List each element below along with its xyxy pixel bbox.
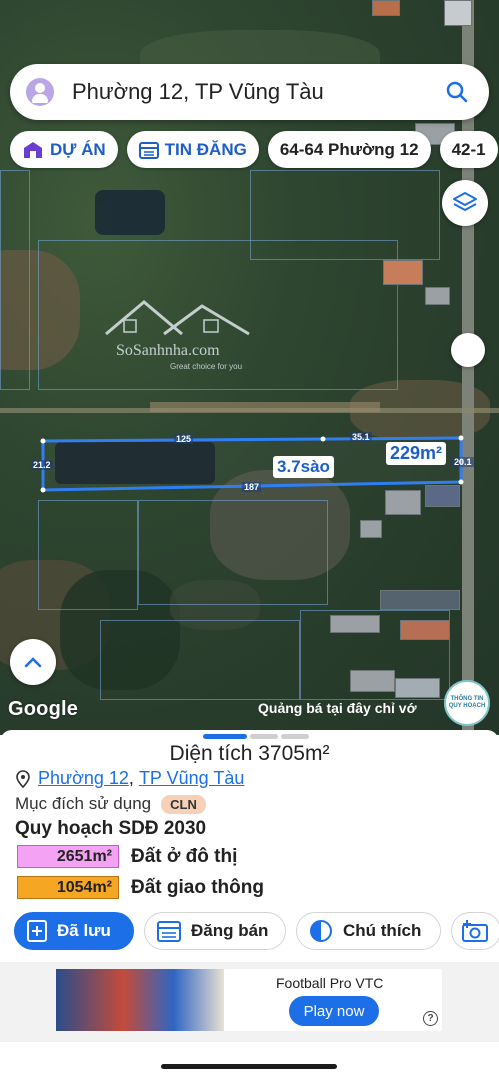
google-logo: Google — [8, 698, 79, 720]
add-photo-icon — [462, 920, 488, 942]
plan-item-area: 2651m² — [17, 845, 119, 868]
ad-image — [56, 969, 224, 1031]
watermark-tagline: Great choice for you — [170, 362, 243, 371]
plan-item-area: 1054m² — [17, 876, 119, 899]
parcel-area-sao: 3.7sào — [273, 456, 334, 478]
post-for-sale-button[interactable]: Đăng bán — [144, 912, 286, 950]
chip-parcel-64[interactable]: 64-64 Phường 12 — [267, 131, 431, 168]
layers-button[interactable] — [442, 180, 488, 226]
parcel-edge-label: 187 — [242, 482, 262, 492]
plan-item-name: Đất giao thông — [131, 876, 264, 898]
plan-title: Quy hoạch SDĐ 2030 — [15, 818, 207, 839]
ad-banner: Football Pro VTC Play now ? — [0, 962, 499, 1042]
chip-label: 42-1 — [451, 139, 486, 159]
legend-label: Chú thích — [343, 921, 422, 940]
contrast-icon — [310, 920, 332, 942]
land-use-badge: CLN — [161, 794, 206, 814]
parcel-edge-label: 20.1 — [452, 457, 474, 467]
ad-card[interactable]: Football Pro VTC Play now ? — [56, 969, 442, 1031]
filter-chips: DỰ ÁN TIN ĐĂNG 64-64 Phường 12 42-1 — [10, 131, 498, 168]
chip-label: TIN ĐĂNG — [164, 139, 247, 159]
parcel-edge-label: 125 — [174, 434, 194, 444]
ad-title: Football Pro VTC — [276, 975, 384, 991]
add-document-icon — [27, 920, 47, 942]
plan-item: 2651m² Đất ở đô thị — [17, 845, 237, 868]
parcel-edge-label: 35.1 — [350, 432, 372, 442]
parcel-area-m2: 229m² — [386, 442, 447, 465]
expand-up-button[interactable] — [10, 639, 56, 685]
saved-button[interactable]: Đã lưu — [14, 912, 134, 950]
search-icon[interactable] — [437, 72, 477, 112]
sheet-page-indicator — [203, 734, 309, 739]
ad-info-icon[interactable]: ? — [423, 1011, 438, 1026]
opacity-slider-handle[interactable] — [451, 333, 485, 367]
plan-item-name: Đất ở đô thị — [131, 845, 238, 867]
search-input[interactable]: Phường 12, TP Vũng Tàu — [72, 79, 437, 105]
parcel-edge-label: 21.2 — [31, 460, 53, 470]
building-icon — [24, 141, 42, 158]
location-pin-icon — [16, 769, 30, 788]
home-indicator — [161, 1064, 337, 1069]
parcel-info-sheet: Diện tích 3705m² Phường 12 , TP Vũng Tàu… — [0, 730, 499, 964]
chip-du-an[interactable]: DỰ ÁN — [10, 131, 118, 168]
house-logo-icon — [105, 300, 250, 336]
chip-parcel-42[interactable]: 42-1 — [439, 131, 498, 168]
area-title: Diện tích 3705m² — [169, 742, 330, 765]
avatar[interactable] — [26, 78, 54, 106]
play-now-button[interactable]: Play now — [289, 996, 379, 1026]
chip-label: 64-64 Phường 12 — [279, 139, 419, 159]
ward-link[interactable]: Phường 12 — [38, 768, 129, 789]
saved-label: Đã lưu — [57, 921, 111, 940]
plan-info-label: THÔNG TIN QUY HOẠCH — [448, 696, 486, 709]
chevron-up-icon — [24, 657, 42, 668]
land-use-row: Mục đích sử dụng CLN — [15, 794, 206, 814]
city-link[interactable]: TP Vũng Tàu — [139, 768, 244, 789]
action-buttons: Đã lưu Đăng bán Chú thích — [14, 912, 499, 950]
chip-tin-dang[interactable]: TIN ĐĂNG — [126, 131, 259, 168]
sosanhnha-watermark: SoSanhnha.com Great choice for you — [104, 296, 254, 376]
chip-label: DỰ ÁN — [50, 139, 106, 159]
layers-icon — [453, 192, 477, 211]
search-bar[interactable]: Phường 12, TP Vũng Tàu — [10, 64, 489, 120]
location-row: Phường 12 , TP Vũng Tàu — [16, 768, 244, 789]
calendar-list-icon — [138, 141, 159, 159]
calendar-icon — [157, 921, 181, 942]
add-photo-button[interactable] — [451, 912, 499, 950]
map-ad-text[interactable]: Quảng bá tại đây chỉ vớ — [258, 700, 417, 716]
location-separator: , — [128, 768, 139, 788]
post-for-sale-label: Đăng bán — [191, 921, 269, 940]
satellite-map[interactable]: 125 35.1 21.2 187 20.1 3.7sào 229m² SoSa… — [0, 0, 499, 735]
watermark-brand: SoSanhnha.com — [116, 342, 220, 359]
plan-item: 1054m² Đất giao thông — [17, 876, 264, 899]
legend-button[interactable]: Chú thích — [296, 912, 441, 950]
land-use-label: Mục đích sử dụng — [15, 794, 152, 813]
plan-info-button[interactable]: THÔNG TIN QUY HOẠCH — [444, 680, 490, 726]
